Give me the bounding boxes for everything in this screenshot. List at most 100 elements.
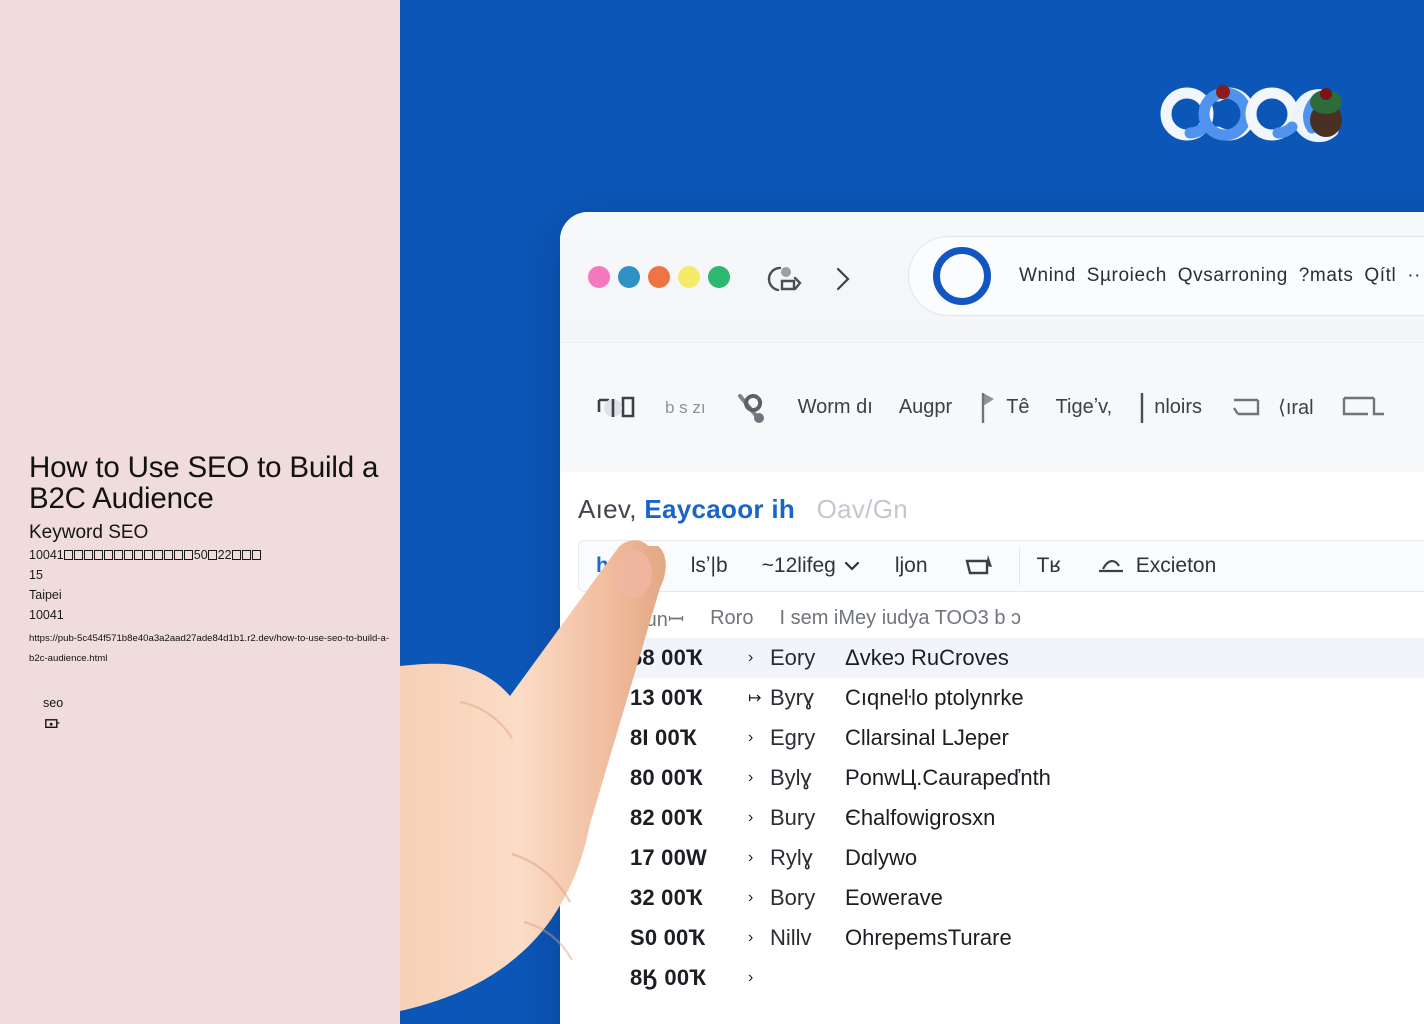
meta-address-tofu-2 bbox=[208, 548, 218, 562]
site-ring-icon bbox=[933, 247, 991, 305]
cell-keyword: Єhalfowigrosxn bbox=[845, 805, 996, 830]
article-url[interactable]: https://pub-5c454f571b8e40a3a2aad27ade84… bbox=[29, 629, 391, 669]
image-placeholder-icon bbox=[45, 719, 60, 729]
filter-item-3[interactable]: ljon bbox=[878, 554, 945, 578]
meta-address-tofu-1 bbox=[64, 548, 194, 562]
article-panel: How to Use SEO to Build a B2C Audience K… bbox=[0, 0, 400, 1024]
toolbar-item-7[interactable]: nloirs bbox=[1125, 391, 1215, 425]
filter-item-cursor[interactable] bbox=[945, 549, 1019, 583]
traffic-light-pink[interactable] bbox=[588, 266, 610, 288]
toolbar-item-scissors[interactable] bbox=[719, 388, 785, 428]
column-header-2[interactable]: I sem iMey iudya TOO3 b ɔ bbox=[779, 607, 1021, 630]
article-subtitle: Keyword SEO bbox=[29, 522, 149, 543]
filter-item-1[interactable]: lsʼ|b bbox=[674, 554, 745, 578]
cell-trend-icon: › bbox=[748, 729, 754, 746]
toolbar-item-panel[interactable] bbox=[1327, 390, 1403, 426]
page-content: Aıev, Eaycaoor ih Oav/Gn hvalih lsʼ|b ~1… bbox=[560, 472, 1424, 1024]
toolbar-item-8-label: ⟨ıral bbox=[1278, 397, 1314, 419]
meta-address-mid2: 22 bbox=[217, 548, 232, 562]
cell-trend-icon: › bbox=[748, 929, 754, 946]
back-arrow-icon[interactable] bbox=[765, 264, 803, 294]
browser-navigation bbox=[765, 264, 853, 294]
page-title-dark: Aıev, bbox=[578, 494, 637, 524]
table-row[interactable]: 8Ӄ 00Ҡ › bbox=[578, 958, 1424, 998]
filter-item-5[interactable]: Tʁ bbox=[1020, 554, 1078, 578]
toolbar-item-1[interactable]: b s zı bbox=[652, 398, 719, 418]
layers-icon bbox=[1233, 398, 1260, 415]
cell-difficulty: Egry bbox=[770, 725, 816, 750]
cell-trend-icon: › bbox=[748, 809, 754, 826]
cell-keyword: OhrepemsTurare bbox=[845, 925, 1012, 950]
cell-keyword: Dɑlywo bbox=[845, 845, 918, 870]
cell-difficulty: Bury bbox=[770, 805, 816, 830]
page-title: Aıev, Eaycaoor ih Oav/Gn bbox=[578, 494, 908, 525]
traffic-light-yellow[interactable] bbox=[678, 266, 700, 288]
traffic-light-green[interactable] bbox=[708, 266, 730, 288]
toolbar-item-6[interactable]: Tigeʼv, bbox=[1043, 396, 1126, 419]
brand-logo-icon bbox=[1160, 85, 1342, 143]
table-row[interactable]: 68 00Ҡ › Eory Δvkeɔ RuCroves bbox=[578, 638, 1424, 678]
window-traffic-lights[interactable] bbox=[588, 266, 730, 288]
traffic-light-orange[interactable] bbox=[648, 266, 670, 288]
toolbar-item-layers[interactable]: ⟨ıral bbox=[1215, 390, 1327, 426]
tag-seo: seo bbox=[43, 696, 64, 710]
meta-count: 15 bbox=[29, 568, 43, 582]
toolbar-item-7-label: nloirs bbox=[1154, 396, 1203, 418]
cell-keyword: Cıqneŀlo ptolynrke bbox=[845, 685, 1024, 710]
table-row[interactable]: 82 00Ҡ › Bury Єhalfowigrosxn bbox=[578, 798, 1424, 838]
browser-toolbar: b s zı Worm dı Augpr Tê Tigeʼv, nloirs ⟨… bbox=[560, 342, 1424, 472]
meta-city: Taipei bbox=[29, 588, 62, 602]
cell-trend-icon: › bbox=[748, 769, 754, 786]
toolbar-item-4[interactable]: Augpr bbox=[886, 396, 965, 419]
filter-item-5-label: Tʁ bbox=[1036, 554, 1061, 577]
meta-address: 10041 50 22 bbox=[29, 548, 262, 563]
export-icon bbox=[1098, 560, 1123, 573]
toolbar-item-shapes[interactable] bbox=[580, 388, 652, 428]
column-header-1[interactable]: Roro bbox=[710, 607, 753, 630]
table-row[interactable]: 80 00Ҡ › Bylɣ PonwЦ.Caurapeďnth bbox=[578, 758, 1424, 798]
cell-difficulty: Nillv bbox=[770, 925, 812, 950]
cell-keyword: Δvkeɔ RuCroves bbox=[845, 645, 1009, 670]
chevron-right-icon[interactable] bbox=[833, 264, 853, 294]
toolbar-item-1-label: b s zı bbox=[665, 397, 706, 417]
toolbar-item-6-label: Tigeʼv, bbox=[1055, 396, 1113, 418]
filter-item-export[interactable]: Excieton bbox=[1078, 553, 1234, 579]
traffic-light-blue[interactable] bbox=[618, 266, 640, 288]
cell-difficulty: Eory bbox=[770, 645, 816, 670]
cell-trend-icon: › bbox=[748, 649, 754, 666]
filter-toolbar: hvalih lsʼ|b ~12lifeg ljon bbox=[578, 540, 1424, 592]
cell-keyword: PonwЦ.Caurapeďnth bbox=[845, 765, 1051, 790]
table-row[interactable]: 13 00Ҡ ↦ Byrɣ Cıqneŀlo ptolynrke bbox=[578, 678, 1424, 718]
cell-keyword: Eowerave bbox=[845, 885, 943, 910]
browser-window: Wnind Sµroiech Qvsarroning ?mats Qítl ··… bbox=[560, 212, 1424, 1024]
toolbar-item-3[interactable]: Worm dı bbox=[785, 396, 886, 419]
table-row[interactable]: S0 00Ҡ › Nillv OhrepemsTurare bbox=[578, 918, 1424, 958]
toolbar-item-5-label: Tê bbox=[1006, 396, 1030, 418]
filter-item-3-label: ljon bbox=[894, 554, 928, 577]
table-column-headers: Hly ounꟷ Roro I sem iMey iudya TOO3 b ɔ bbox=[578, 600, 1424, 636]
table-row[interactable]: 8I 00Ҡ › Egry Cllarsinal LJeper bbox=[578, 718, 1424, 758]
filter-item-dropdown[interactable]: ~12lifeg bbox=[745, 554, 878, 578]
table-row[interactable]: 17 00Ԝ › Rylɣ Dɑlywo bbox=[578, 838, 1424, 878]
cell-difficulty: Bylɣ bbox=[770, 765, 812, 790]
cell-difficulty: Bory bbox=[770, 885, 816, 910]
pointing-hand bbox=[400, 540, 666, 1011]
page-title-grey: Oav/Gn bbox=[816, 494, 908, 524]
meta-zip: 10041 bbox=[29, 608, 64, 622]
cursor-icon bbox=[964, 555, 992, 575]
address-bar[interactable]: Wnind Sµroiech Qvsarroning ?mats Qítl ·· bbox=[908, 236, 1424, 316]
meta-address-mid: 50 bbox=[193, 548, 208, 562]
toolbar-item-4-label: Augpr bbox=[898, 396, 953, 418]
meta-address-tofu-3 bbox=[232, 548, 262, 562]
chevron-down-icon bbox=[844, 561, 859, 571]
filter-item-6-label: Excieton bbox=[1135, 554, 1217, 577]
toolbar-item-flag[interactable]: Tê bbox=[965, 389, 1042, 427]
page-heading: How to Use SEO to Build a B2C Audience bbox=[29, 451, 379, 515]
cell-trend-icon: ↦ bbox=[748, 690, 762, 707]
table-row[interactable]: 32 00Ҡ › Bory Eowerave bbox=[578, 878, 1424, 918]
scissors-icon bbox=[737, 393, 764, 423]
panel-icon bbox=[1342, 396, 1384, 415]
browser-titlebar: Wnind Sµroiech Qvsarroning ?mats Qítl ·· bbox=[560, 212, 1424, 342]
filter-item-1-label: lsʼ|b bbox=[690, 554, 728, 577]
filter-item-2-label: ~12lifeg bbox=[761, 554, 836, 577]
